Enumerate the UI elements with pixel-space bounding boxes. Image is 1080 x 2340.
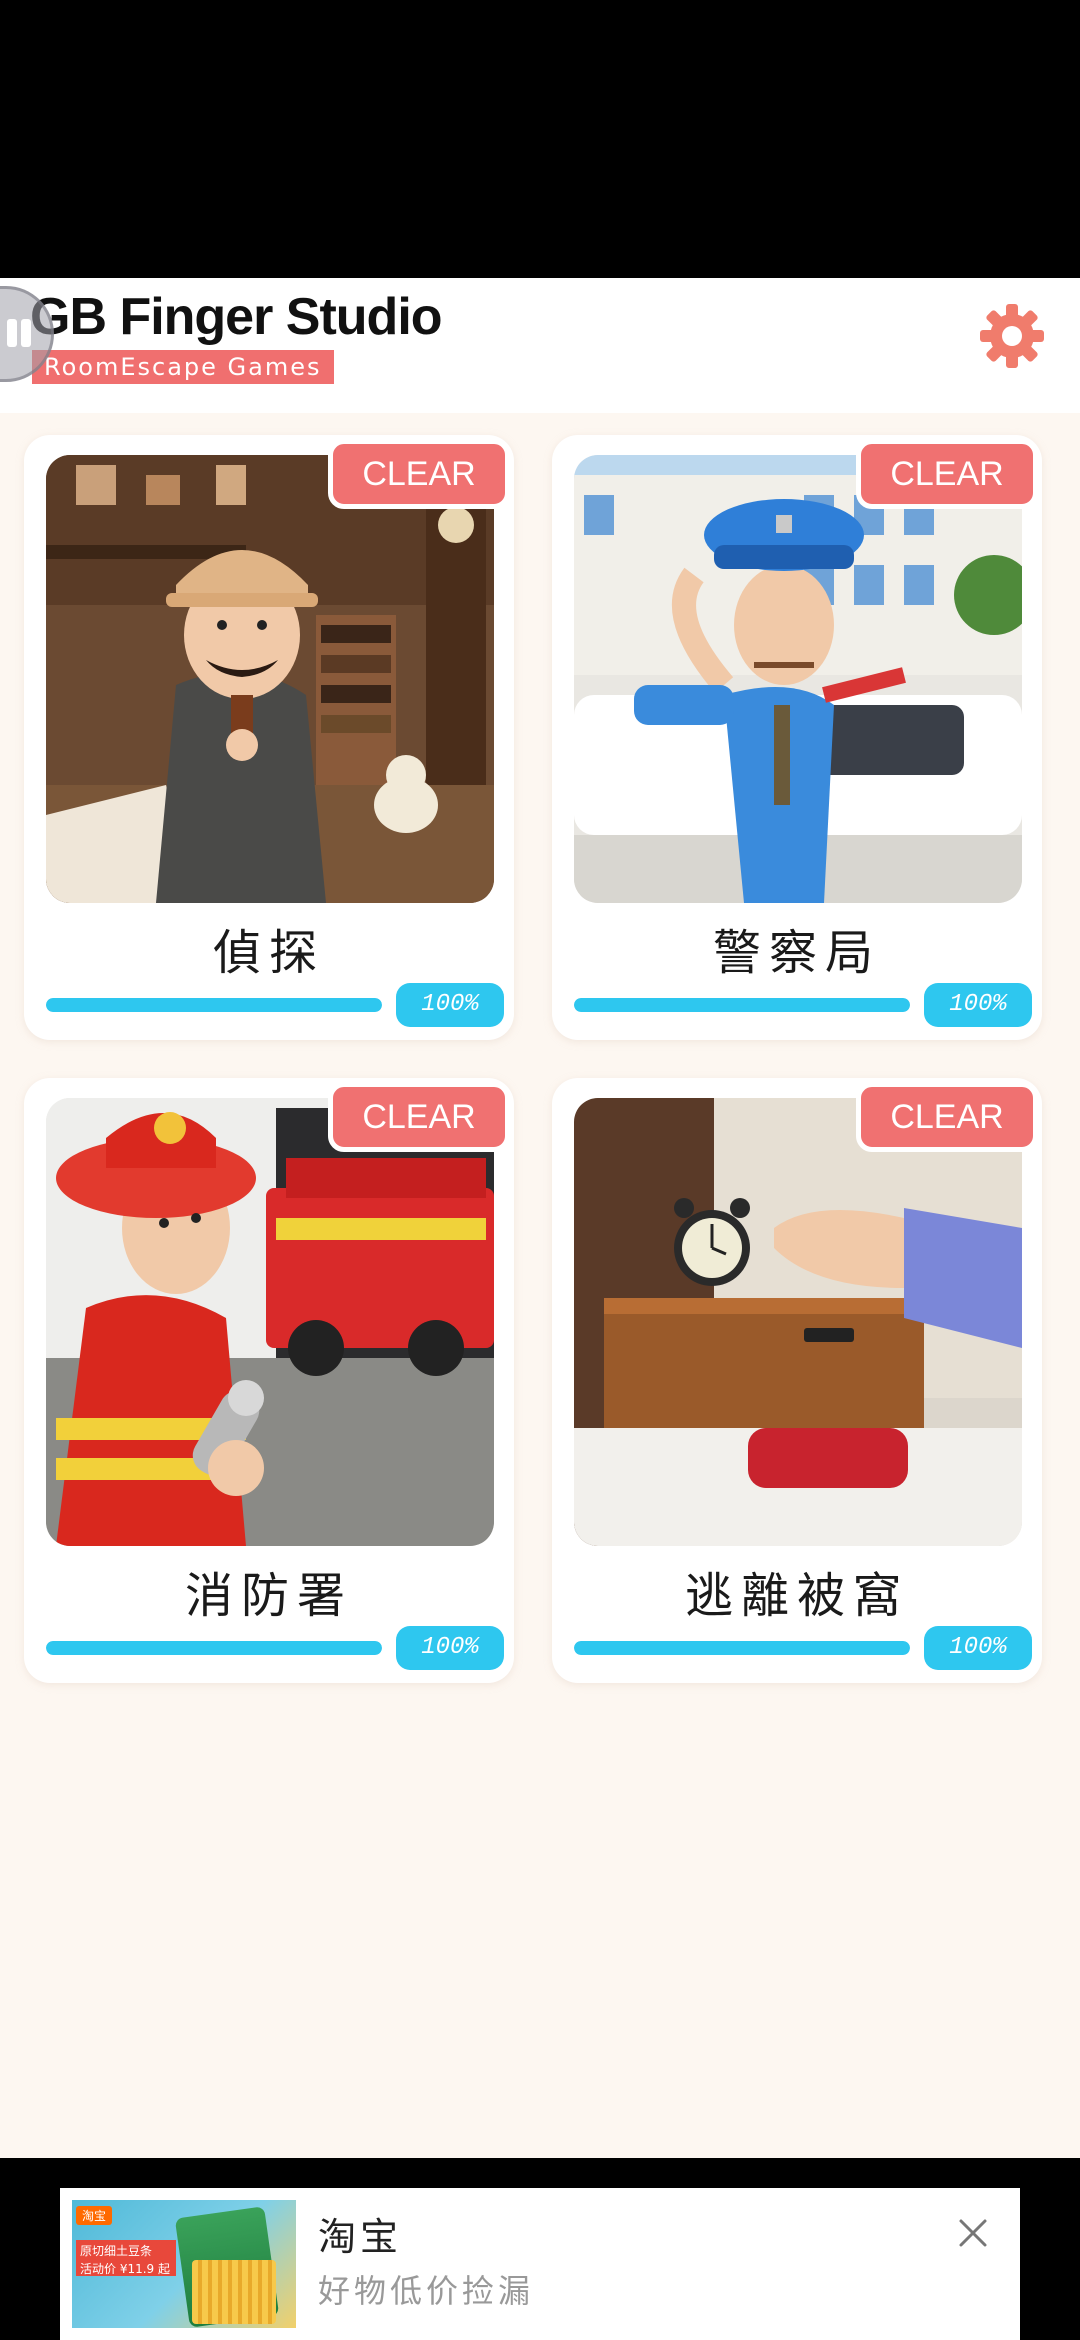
progress-label: 100%: [396, 983, 504, 1027]
ad-image[interactable]: 淘宝 原切细土豆条 活动价 ¥11.9 起: [72, 2200, 296, 2328]
ad-card[interactable]: 淘宝 原切细土豆条 活动价 ¥11.9 起 淘宝 好物低价捡漏: [60, 2188, 1020, 2340]
ad-product-fries: [192, 2260, 276, 2324]
status-bar-area: [0, 0, 1080, 278]
bedroom-scene-image: [574, 1098, 1022, 1546]
ad-image-tag: 淘宝: [76, 2206, 113, 2225]
studio-title: GB Finger Studio: [30, 288, 443, 346]
progress-bar: [574, 998, 910, 1012]
progress-fill: [574, 998, 910, 1012]
game-card-bedroom[interactable]: CLEAR 逃離被窩 100%: [552, 1078, 1042, 1683]
ad-image-label-line2: 活动价 ¥11.9 起: [80, 2262, 170, 2276]
game-thumbnail[interactable]: [574, 1098, 1022, 1546]
firefighter-scene-image: [46, 1098, 494, 1546]
settings-button[interactable]: [976, 300, 1048, 372]
progress-fill: [46, 1641, 382, 1655]
ad-banner-area: 淘宝 原切细土豆条 活动价 ¥11.9 起 淘宝 好物低价捡漏: [0, 2158, 1080, 2340]
app-header: GB Finger Studio RoomEscape Games: [0, 278, 1080, 413]
progress-bar: [46, 1641, 382, 1655]
game-grid: CLEAR 偵探 100% CLEAR 警察局 100% CLEAR 消防署 1…: [0, 413, 1080, 2158]
progress-bar: [574, 1641, 910, 1655]
game-thumbnail[interactable]: [46, 1098, 494, 1546]
game-title: 警察局: [712, 925, 881, 981]
clear-badge: CLEAR: [328, 1082, 510, 1152]
game-title: 逃離被窩: [684, 1568, 909, 1624]
studio-subtitle: RoomEscape Games: [32, 350, 334, 384]
game-thumbnail[interactable]: [46, 455, 494, 903]
progress-bar: [46, 998, 382, 1012]
ad-close-button[interactable]: [956, 2216, 990, 2250]
game-card-police[interactable]: CLEAR 警察局 100%: [552, 435, 1042, 1040]
clear-badge: CLEAR: [328, 439, 510, 509]
close-icon: [959, 2219, 987, 2247]
game-title: 消防署: [184, 1568, 353, 1624]
progress-label: 100%: [924, 983, 1032, 1027]
progress-label: 100%: [396, 1626, 504, 1670]
ad-image-label: 原切细土豆条 活动价 ¥11.9 起: [76, 2240, 176, 2276]
clear-badge: CLEAR: [856, 439, 1038, 509]
progress-fill: [46, 998, 382, 1012]
progress-fill: [574, 1641, 910, 1655]
game-title: 偵探: [212, 925, 325, 981]
game-card-firefighter[interactable]: CLEAR 消防署 100%: [24, 1078, 514, 1683]
progress-label: 100%: [924, 1626, 1032, 1670]
clear-badge: CLEAR: [856, 1082, 1038, 1152]
gear-icon: [980, 304, 1044, 368]
game-thumbnail[interactable]: [574, 455, 1022, 903]
police-scene-image: [574, 455, 1022, 903]
game-card-detective[interactable]: CLEAR 偵探 100%: [24, 435, 514, 1040]
ad-image-label-line1: 原切细土豆条: [80, 2244, 153, 2258]
ad-title: 淘宝: [318, 2215, 403, 2259]
detective-scene-image: [46, 455, 494, 903]
ad-description: 好物低价捡漏: [318, 2272, 535, 2310]
